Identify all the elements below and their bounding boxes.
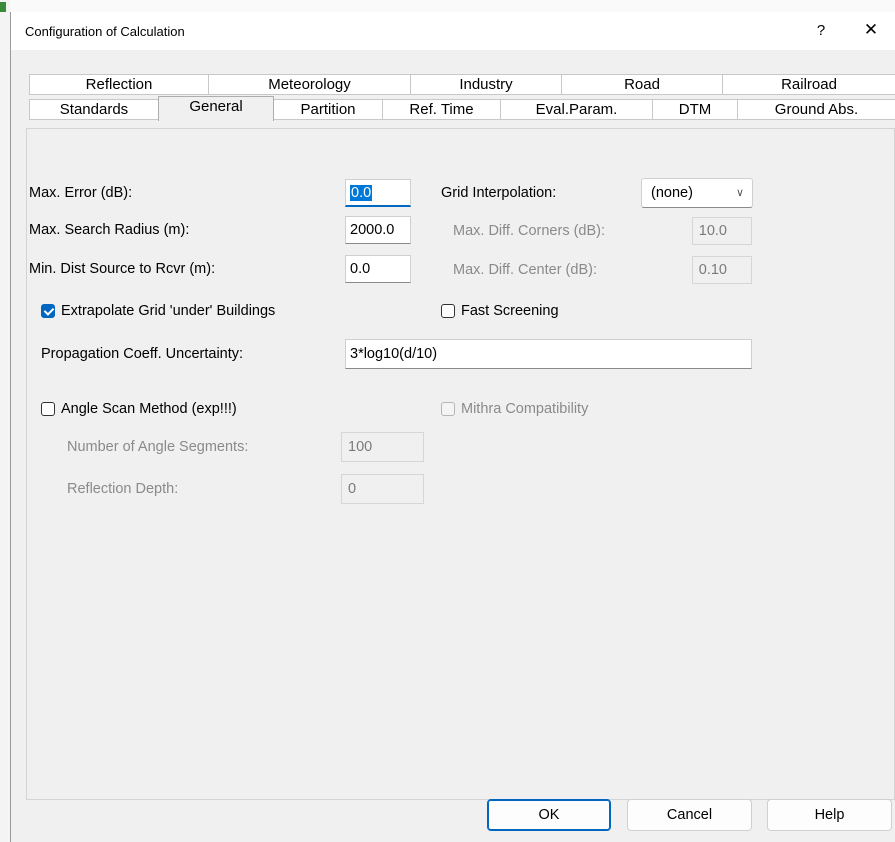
checkbox-disabled-icon [441, 402, 455, 416]
max-search-radius-input[interactable]: 2000.0 [345, 216, 411, 244]
title-bar: Configuration of Calculation ? ✕ [11, 12, 895, 50]
tab-ref-time[interactable]: Ref. Time [382, 99, 501, 120]
grid-interp-select[interactable]: (none) ∨ [641, 178, 753, 208]
max-diff-corners-input[interactable]: 10.0 [692, 217, 752, 245]
configuration-dialog: Configuration of Calculation ? ✕ Reflect… [10, 12, 895, 842]
max-error-value: 0.0 [350, 185, 373, 201]
max-diff-center-input[interactable]: 0.10 [692, 256, 752, 284]
ok-button[interactable]: OK [487, 799, 611, 831]
tab-standards[interactable]: Standards [29, 99, 159, 120]
tab-eval-param[interactable]: Eval.Param. [500, 99, 653, 120]
background-app [0, 0, 10, 842]
close-icon[interactable]: ✕ [859, 20, 883, 40]
checkbox-checked-icon [41, 304, 55, 318]
mithra-compat-checkbox[interactable]: Mithra Compatibility [441, 400, 641, 420]
cancel-button[interactable]: Cancel [627, 799, 752, 831]
background-app-strip [0, 0, 895, 12]
max-error-label: Max. Error (dB): [29, 185, 133, 201]
tab-dtm[interactable]: DTM [652, 99, 738, 120]
grid-interp-label: Grid Interpolation: [441, 185, 557, 201]
tab-road[interactable]: Road [561, 74, 723, 95]
checkbox-unchecked-icon [41, 402, 55, 416]
prop-coeff-input[interactable]: 3*log10(d/10) [345, 339, 752, 369]
max-error-input[interactable]: 0.0 [345, 179, 411, 207]
dialog-title: Configuration of Calculation [25, 24, 185, 39]
max-diff-center-label: Max. Diff. Center (dB): [453, 262, 597, 278]
fast-screening-label: Fast Screening [461, 303, 559, 319]
tab-reflection[interactable]: Reflection [29, 74, 209, 95]
tab-partition[interactable]: Partition [273, 99, 383, 120]
checkbox-unchecked-icon [441, 304, 455, 318]
min-dist-input[interactable]: 0.0 [345, 255, 411, 283]
tab-ground-abs[interactable]: Ground Abs. [737, 99, 895, 120]
tab-industry[interactable]: Industry [410, 74, 562, 95]
chevron-down-icon: ∨ [735, 187, 744, 199]
background-app-icon [0, 2, 6, 12]
mithra-compat-label: Mithra Compatibility [461, 401, 589, 417]
max-search-radius-label: Max. Search Radius (m): [29, 222, 190, 238]
tab-general[interactable]: General [158, 96, 274, 121]
reflection-depth-input[interactable]: 0 [341, 474, 424, 504]
reflection-depth-label: Reflection Depth: [67, 481, 179, 497]
grid-interp-value: (none) [651, 185, 693, 201]
extrapolate-grid-label: Extrapolate Grid 'under' Buildings [61, 303, 276, 319]
extrapolate-grid-checkbox[interactable]: Extrapolate Grid 'under' Buildings [41, 302, 341, 322]
help-icon[interactable]: ? [811, 22, 831, 39]
angle-segments-label: Number of Angle Segments: [67, 439, 249, 455]
angle-segments-input[interactable]: 100 [341, 432, 424, 462]
tab-railroad[interactable]: Railroad [722, 74, 895, 95]
max-diff-corners-label: Max. Diff. Corners (dB): [453, 223, 606, 239]
fast-screening-checkbox[interactable]: Fast Screening [441, 302, 601, 322]
prop-coeff-label: Propagation Coeff. Uncertainty: [41, 346, 244, 362]
min-dist-label: Min. Dist Source to Rcvr (m): [29, 261, 216, 277]
tab-meteorology[interactable]: Meteorology [208, 74, 411, 95]
angle-scan-checkbox[interactable]: Angle Scan Method (exp!!!) [41, 400, 301, 420]
help-button[interactable]: Help [767, 799, 892, 831]
angle-scan-label: Angle Scan Method (exp!!!) [61, 401, 237, 417]
